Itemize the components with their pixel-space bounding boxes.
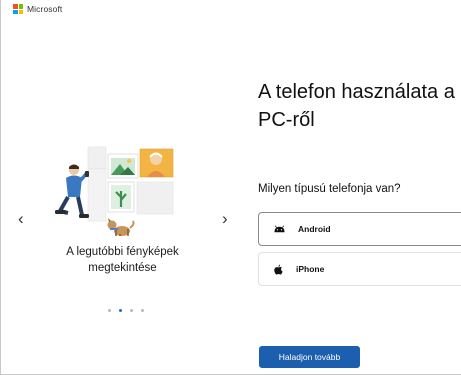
pagination-dot[interactable] (130, 309, 133, 312)
pagination-dot[interactable] (141, 309, 144, 312)
page-title-line-1: A telefon használata a (258, 81, 455, 103)
caption-line-2: megtekintése (88, 262, 157, 274)
pagination-dot-active[interactable] (119, 309, 122, 312)
apple-icon (274, 264, 283, 275)
page-title-line-2: PC-ről (258, 109, 315, 131)
brand-name: Microsoft (27, 4, 63, 14)
continue-button[interactable]: Haladjon tovább (259, 346, 360, 368)
caption-line-1: A legutóbbi fényképek (66, 246, 179, 258)
header: Microsoft (13, 3, 62, 15)
carousel-caption: A legutóbbi fényképek megtekintése (10, 244, 235, 276)
iphone-option[interactable]: iPhone (258, 252, 461, 286)
feature-carousel: ‹ › A legutóbbi fényképek megtekintése (10, 120, 235, 330)
android-icon (274, 225, 285, 233)
android-option[interactable]: Android (258, 212, 461, 246)
carousel-pagination (108, 309, 144, 312)
android-option-label: Android (298, 224, 331, 234)
next-slide-button[interactable]: › (222, 210, 228, 227)
iphone-option-label: iPhone (296, 264, 325, 274)
phone-type-question: Milyen típusú telefonja van? (258, 183, 401, 195)
microsoft-logo-icon (13, 4, 24, 15)
previous-slide-button[interactable]: ‹ (18, 210, 24, 227)
page-title: A telefon használata a PC-ről (258, 78, 461, 134)
photos-illustration (50, 137, 185, 242)
pagination-dot[interactable] (108, 309, 111, 312)
